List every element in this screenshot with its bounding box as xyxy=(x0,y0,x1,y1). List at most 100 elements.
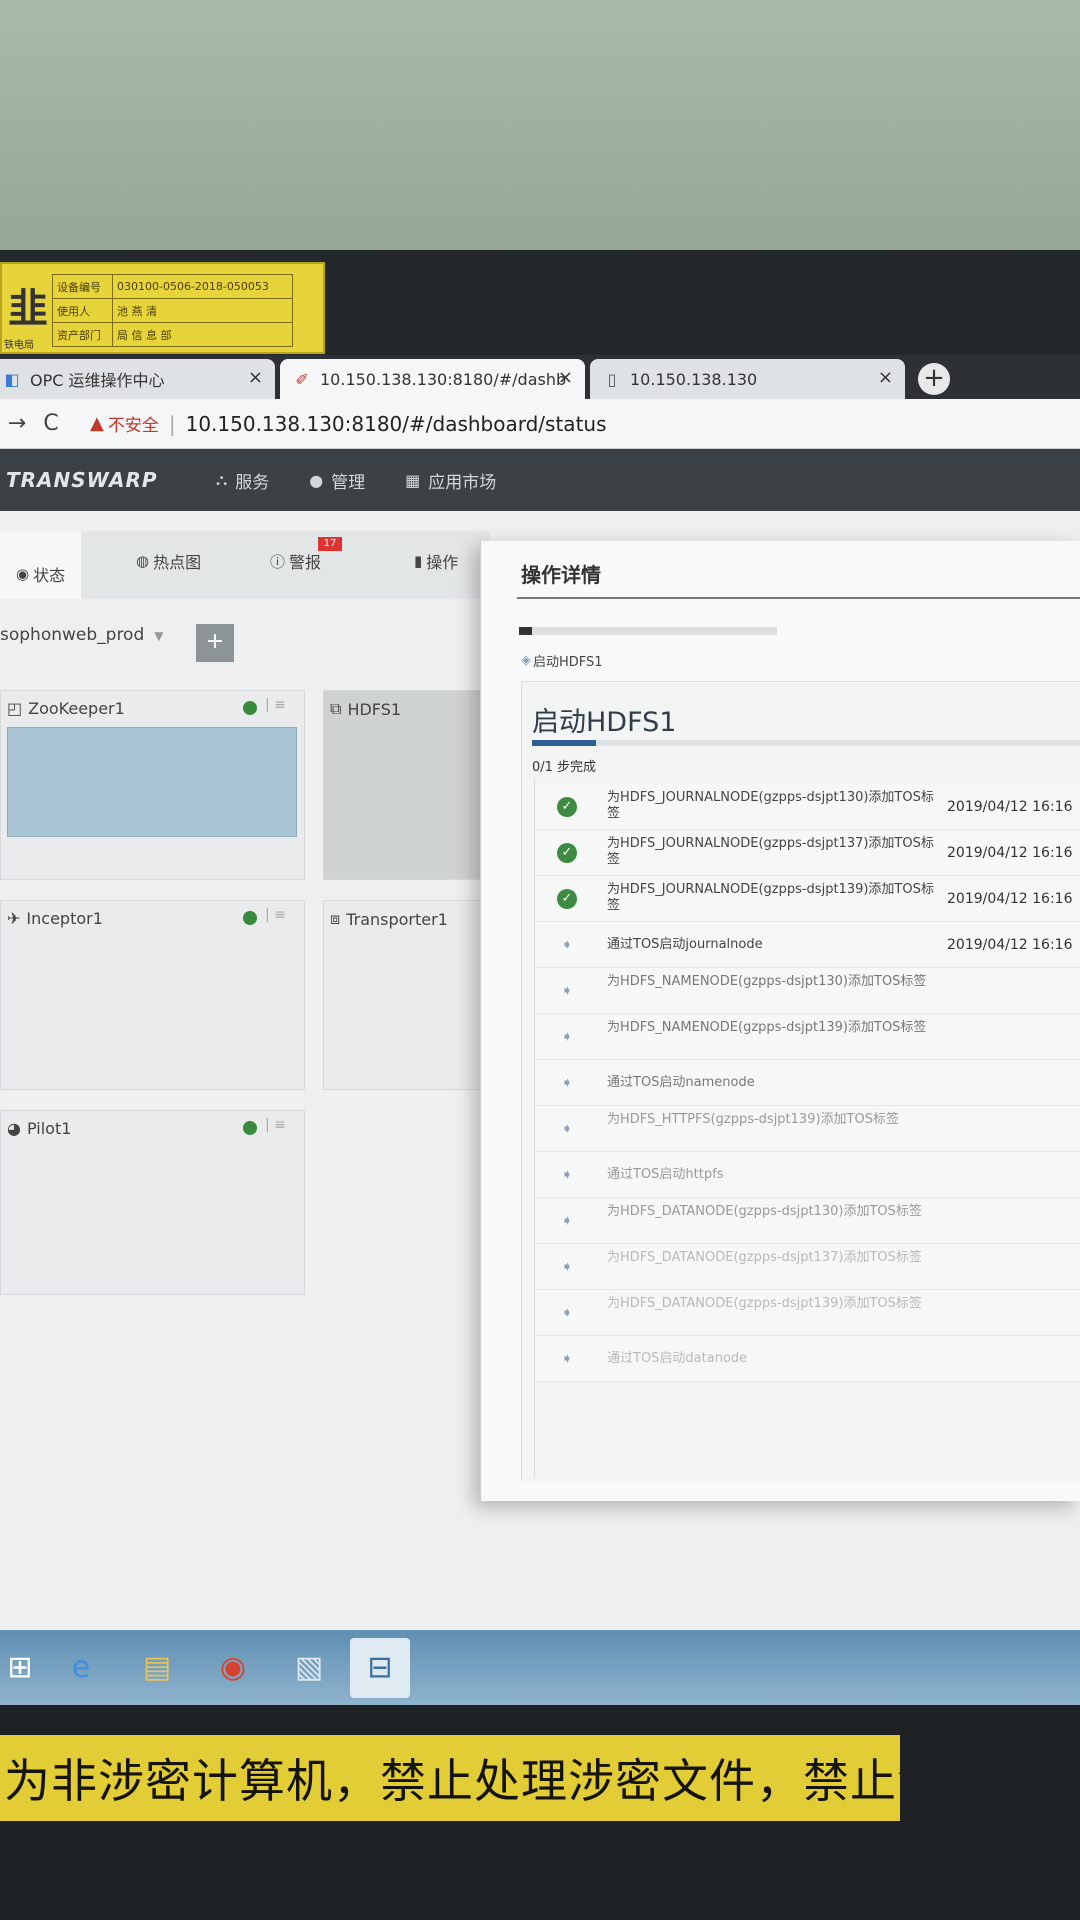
inceptor-icon: ✈ xyxy=(7,909,21,928)
tab-operations[interactable]: ▮ 操作 xyxy=(414,549,458,573)
step-row[interactable]: ➧ 为HDFS_HTTPFS(gzpps-dsjpt139)添加TOS标签 xyxy=(535,1106,1080,1152)
alert-count-badge: 17 xyxy=(318,537,342,551)
step-row[interactable]: ➧ 为HDFS_NAMENODE(gzpps-dsjpt130)添加TOS标签 xyxy=(535,968,1080,1014)
step-row[interactable]: ✓ 为HDFS_JOURNALNODE(gzpps-dsjpt130)添加TOS标… xyxy=(535,784,1080,830)
operation-breadcrumb[interactable]: ◈ 启动HDFS1 xyxy=(521,651,603,670)
tab-title: 10.150.138.130:8180/#/dashb xyxy=(320,369,567,389)
active-tab-indicator xyxy=(532,740,596,746)
nav-services[interactable]: ⛬ 服务 xyxy=(216,468,269,493)
pending-arrow-icon: ➧ xyxy=(561,1167,573,1183)
operation-title: 启动HDFS1 xyxy=(532,707,677,738)
operation-details-modal: 操作详情 ◈ 启动HDFS1 启动HDFS1 0/1 步完成 ✓ 为HDFS_JOU… xyxy=(480,541,1080,1501)
check-icon: ✓ xyxy=(557,797,577,817)
step-row[interactable]: ➧ 为HDFS_NAMENODE(gzpps-dsjpt139)添加TOS标签 xyxy=(535,1014,1080,1060)
card-title: Transporter1 xyxy=(346,909,448,929)
step-name: 为HDFS_DATANODE(gzpps-dsjpt137)添加TOS标签 xyxy=(607,1250,922,1265)
pending-arrow-icon: ➧ xyxy=(561,1075,573,1091)
brand-logo[interactable]: TRANSWARP xyxy=(6,468,216,492)
tab-label: 状态 xyxy=(33,566,66,585)
tab-label: 警报 xyxy=(289,553,322,572)
warning-icon: ▲ xyxy=(90,413,104,434)
tab-alerts[interactable]: ⓘ 警报 xyxy=(270,549,321,573)
card-menu-icon[interactable]: | ≡ xyxy=(265,907,286,923)
card-header: ⧉ HDFS1 xyxy=(330,699,401,719)
url-input[interactable]: 10.150.138.130:8180/#/dashboard/status xyxy=(186,412,607,436)
check-icon: ✓ xyxy=(557,889,577,909)
service-card-transporter[interactable]: ⧈ Transporter1 xyxy=(323,900,493,1090)
operation-panel: 启动HDFS1 0/1 步完成 ✓ 为HDFS_JOURNALNODE(gzpps… xyxy=(521,681,1080,1481)
card-menu-icon[interactable]: | ≡ xyxy=(265,697,286,713)
forward-icon[interactable]: → xyxy=(0,411,34,436)
close-icon[interactable]: × xyxy=(878,367,893,388)
new-tab-button[interactable]: + xyxy=(918,363,950,395)
nav-app-market[interactable]: ▦ 应用市场 xyxy=(405,468,496,493)
tab-label: 操作 xyxy=(426,553,459,572)
step-name: 为HDFS_DATANODE(gzpps-dsjpt130)添加TOS标签 xyxy=(607,1204,922,1219)
browser-tab-dashboard[interactable]: ✐ 10.150.138.130:8180/#/dashb × xyxy=(280,359,585,399)
step-row[interactable]: ➧ 为HDFS_DATANODE(gzpps-dsjpt130)添加TOS标签 xyxy=(535,1198,1080,1244)
tool-icon[interactable]: ▧ xyxy=(274,1638,344,1698)
modal-title: 操作详情 xyxy=(521,563,601,587)
tab-title: OPC 运维操作中心 xyxy=(30,371,165,390)
operation-tab-underline xyxy=(532,740,1080,746)
browser-tab-opc[interactable]: ◧ OPC 运维操作中心 × xyxy=(0,359,275,399)
card-title: ZooKeeper1 xyxy=(28,699,125,718)
asset-key: 资产部门 xyxy=(52,322,113,347)
add-service-button[interactable]: + xyxy=(196,624,234,662)
card-header: ⧈ Transporter1 xyxy=(330,909,448,929)
address-separator: | xyxy=(168,411,176,436)
browser-tab-ip[interactable]: ▯ 10.150.138.130 × xyxy=(590,359,905,399)
step-row[interactable]: ➧ 通过TOS启动httpfs xyxy=(535,1152,1080,1198)
close-icon[interactable]: × xyxy=(558,367,573,388)
asset-row: 资产部门局 信 息 部 xyxy=(52,322,293,347)
nav-manage[interactable]: ● 管理 xyxy=(309,468,365,493)
pending-arrow-icon: ➧ xyxy=(561,1121,573,1137)
tab-heatmap[interactable]: ◍ 热点图 xyxy=(136,549,201,573)
caret-down-icon: ▼ xyxy=(154,629,164,643)
asset-tag-sticker: 韭 铁电局 设备编号 030100-0506-2018-050053 使用人池 燕… xyxy=(0,262,325,354)
start-icon[interactable]: ⊞ xyxy=(0,1638,40,1698)
step-row[interactable]: ➧ 为HDFS_DATANODE(gzpps-dsjpt137)添加TOS标签 xyxy=(535,1244,1080,1290)
card-menu-icon[interactable]: | ≡ xyxy=(265,1117,286,1133)
asset-key: 设备编号 xyxy=(52,274,113,299)
step-row[interactable]: ➧ 为HDFS_DATANODE(gzpps-dsjpt139)添加TOS标签 xyxy=(535,1290,1080,1336)
confidentiality-warning-banner: 为非涉密计算机，禁止处理涉密文件，禁止泄露局敏感信息。 xyxy=(0,1735,900,1821)
operation-progress-bar xyxy=(519,627,777,635)
service-card-hdfs[interactable]: ⧉ HDFS1 xyxy=(323,690,493,880)
service-card-inceptor[interactable]: ✈ Inceptor1 | ≡ xyxy=(0,900,305,1090)
step-row[interactable]: ✓ 为HDFS_JOURNALNODE(gzpps-dsjpt137)添加TOS标… xyxy=(535,830,1080,876)
ie-icon[interactable]: e xyxy=(46,1638,116,1698)
status-indicator xyxy=(243,701,257,715)
network-icon[interactable]: ⊟ xyxy=(350,1637,410,1698)
pending-arrow-icon: ➧ xyxy=(561,937,573,953)
app-navbar: TRANSWARP ⛬ 服务 ● 管理 ▦ 应用市场 xyxy=(0,449,1080,511)
zookeeper-icon: ◰ xyxy=(7,699,23,718)
step-row[interactable]: ➧ 通过TOS启动namenode xyxy=(535,1060,1080,1106)
card-title: Inceptor1 xyxy=(26,909,103,928)
chrome-icon[interactable]: ◉ xyxy=(198,1638,268,1698)
card-title: Pilot1 xyxy=(26,1119,72,1138)
service-card-zookeeper[interactable]: ◰ ZooKeeper1 | ≡ xyxy=(0,690,305,880)
progress-fill xyxy=(519,627,532,635)
cluster-selector[interactable]: sophonweb_prod ▼ xyxy=(0,625,164,645)
reload-icon[interactable]: C xyxy=(34,411,68,436)
step-name: 为HDFS_DATANODE(gzpps-dsjpt139)添加TOS标签 xyxy=(607,1296,922,1311)
service-card-pilot[interactable]: ◕ Pilot1 | ≡ xyxy=(0,1110,305,1295)
transporter-icon: ⧈ xyxy=(330,909,341,928)
card-header: ◕ Pilot1 xyxy=(7,1119,71,1138)
asset-logo: 韭 xyxy=(8,286,48,332)
step-row[interactable]: ➧ 通过TOS启动datanode xyxy=(535,1336,1080,1382)
close-icon[interactable]: × xyxy=(248,367,263,388)
nav-label: 服务 xyxy=(235,472,270,493)
step-row[interactable]: ✓ 为HDFS_JOURNALNODE(gzpps-dsjpt139)添加TOS标… xyxy=(535,876,1080,922)
status-icon: ◉ xyxy=(16,565,30,583)
asset-value: 030100-0506-2018-050053 xyxy=(112,274,293,299)
step-name: 通过TOS启动journalnode xyxy=(607,937,763,952)
step-row[interactable]: ➧ 通过TOS启动journalnode 2019/04/12 16:16 xyxy=(535,922,1080,968)
hdfs-icon: ⧉ xyxy=(330,699,342,718)
tab-label: 热点图 xyxy=(153,553,202,572)
security-label[interactable]: 不安全 xyxy=(108,411,159,436)
step-name: 为HDFS_JOURNALNODE(gzpps-dsjpt137)添加TOS标签 xyxy=(607,836,934,867)
tab-status[interactable]: ◉ 状态 xyxy=(0,531,82,599)
folder-icon[interactable]: ▤ xyxy=(122,1638,192,1698)
